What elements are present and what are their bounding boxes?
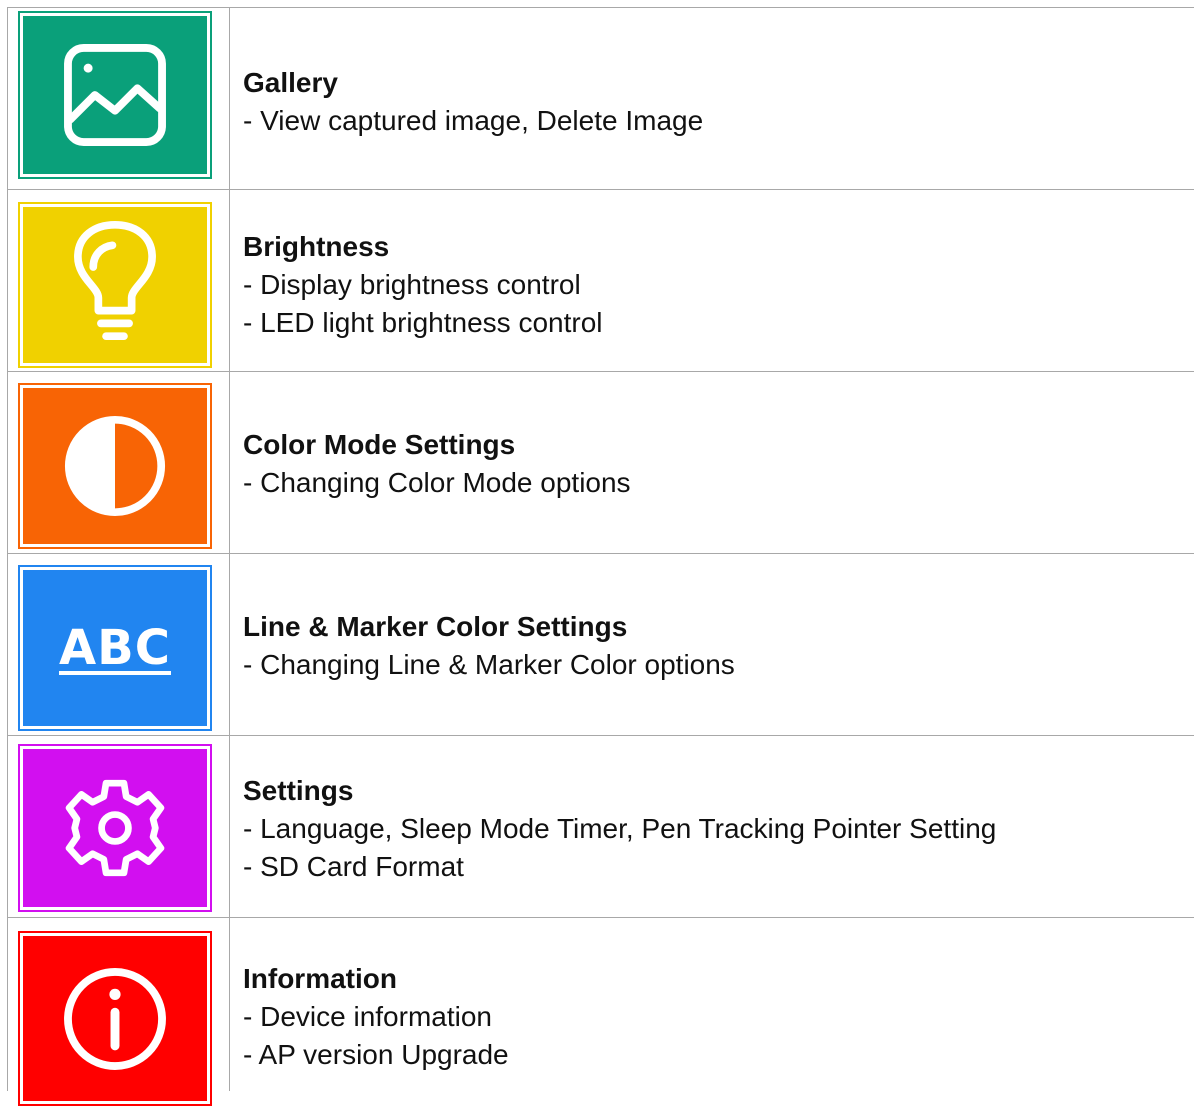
row-detail: - SD Card Format xyxy=(243,851,464,882)
half-circle-contrast-icon xyxy=(23,388,207,544)
table-row-information: Information - Device information - AP ve… xyxy=(7,918,1194,1106)
gallery-icon xyxy=(23,16,207,174)
table-row-settings: Settings - Language, Sleep Mode Timer, P… xyxy=(7,736,1194,918)
gear-icon xyxy=(23,749,207,907)
information-icon-tile xyxy=(18,931,212,1106)
line-marker-description: Line & Marker Color Settings - Changing … xyxy=(243,608,1184,684)
gallery-icon-tile xyxy=(18,11,212,179)
information-description: Information - Device information - AP ve… xyxy=(243,960,1184,1074)
lightbulb-icon xyxy=(23,207,207,363)
table-row-color-mode: Color Mode Settings - Changing Color Mod… xyxy=(7,372,1194,554)
info-icon xyxy=(23,936,207,1101)
row-title: Information xyxy=(243,963,397,994)
row-title: Brightness xyxy=(243,231,390,262)
row-detail: - Display brightness control xyxy=(243,269,581,300)
gallery-description: Gallery - View captured image, Delete Im… xyxy=(243,64,1184,140)
row-title: Line & Marker Color Settings xyxy=(243,611,628,642)
abc-icon-text: ABC xyxy=(59,620,171,676)
row-detail: - View captured image, Delete Image xyxy=(243,105,704,136)
row-detail: - Device information xyxy=(243,1001,492,1032)
brightness-description: Brightness - Display brightness control … xyxy=(243,228,1184,342)
abc-text-icon: ABC xyxy=(23,570,207,726)
row-detail: - Changing Line & Marker Color options xyxy=(243,649,735,680)
row-detail: - Language, Sleep Mode Timer, Pen Tracki… xyxy=(243,813,997,844)
row-title: Settings xyxy=(243,775,354,806)
table-row-line-marker-color: ABC Line & Marker Color Settings - Chang… xyxy=(7,554,1194,736)
settings-description: Settings - Language, Sleep Mode Timer, P… xyxy=(243,772,1184,886)
color-mode-description: Color Mode Settings - Changing Color Mod… xyxy=(243,426,1184,502)
feature-table: Gallery - View captured image, Delete Im… xyxy=(7,7,1194,1106)
color-mode-icon-tile xyxy=(18,383,212,549)
row-detail: - LED light brightness control xyxy=(243,307,603,338)
row-title: Gallery xyxy=(243,67,338,98)
table-row-brightness: Brightness - Display brightness control … xyxy=(7,190,1194,372)
brightness-icon-tile xyxy=(18,202,212,368)
line-marker-icon-tile: ABC xyxy=(18,565,212,731)
settings-icon-tile xyxy=(18,744,212,912)
table-row-gallery: Gallery - View captured image, Delete Im… xyxy=(7,8,1194,190)
row-title: Color Mode Settings xyxy=(243,429,516,460)
row-detail: - Changing Color Mode options xyxy=(243,467,631,498)
row-detail: - AP version Upgrade xyxy=(243,1039,509,1070)
